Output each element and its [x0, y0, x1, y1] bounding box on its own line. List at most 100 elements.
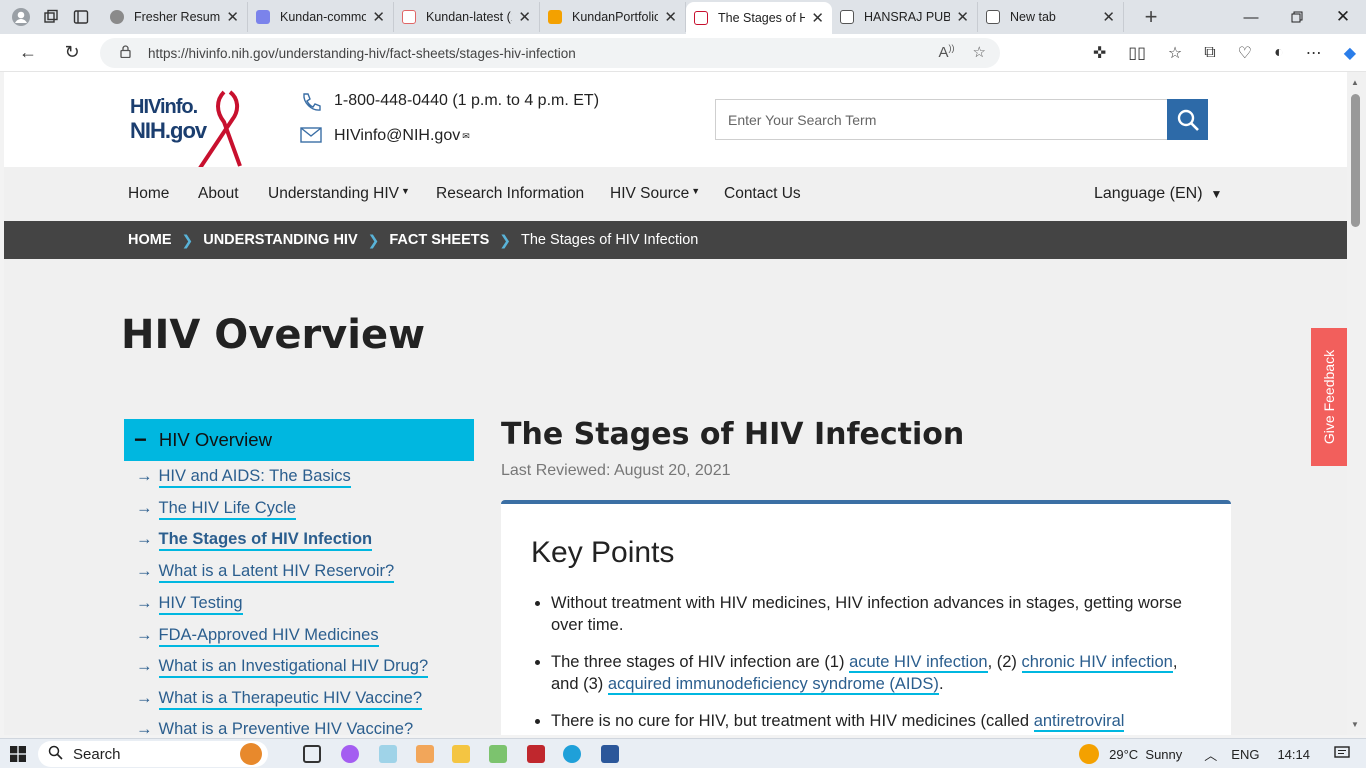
main-navigation: Home About Understanding HIV ▼ Research I…: [4, 167, 1347, 221]
sidebar-item-preventive-vaccine[interactable]: → What is a Preventive HIV Vaccine?: [136, 720, 414, 735]
breadcrumb-understanding-hiv[interactable]: UNDERSTANDING HIV: [203, 232, 357, 248]
nav-hiv-source[interactable]: HIV Source ▼: [610, 185, 700, 203]
chevron-right-icon: ❯: [181, 231, 194, 248]
language-selector[interactable]: Language (EN) ▼: [1094, 185, 1222, 203]
new-tab-plus-icon[interactable]: +: [1136, 2, 1166, 32]
tab-kundan-commo[interactable]: Kundan-commo ✕: [248, 2, 394, 32]
sidebar-item-therapeutic-vaccine[interactable]: → What is a Therapeutic HIV Vaccine?: [136, 689, 423, 710]
sidebar-heading-label: HIV Overview: [158, 429, 272, 450]
scrollbar-thumb[interactable]: [1351, 94, 1360, 227]
breadcrumb-fact-sheets[interactable]: FACT SHEETS: [389, 232, 489, 248]
favorite-star-icon[interactable]: ☆: [973, 43, 986, 61]
nav-contact-us[interactable]: Contact Us: [724, 185, 801, 203]
copilot-icon[interactable]: ◆: [1344, 43, 1356, 63]
give-feedback-button[interactable]: Give Feedback: [1311, 328, 1347, 466]
chronic-hiv-link[interactable]: chronic HIV infection: [1021, 653, 1173, 673]
browser-essentials-icon[interactable]: ♡: [1238, 43, 1252, 63]
sidebar-item-investigational-drug[interactable]: → What is an Investigational HIV Drug?: [136, 657, 429, 678]
windows-start-icon[interactable]: [10, 746, 26, 767]
split-screen-icon[interactable]: ▯▯: [1128, 43, 1146, 63]
word-icon[interactable]: [601, 745, 619, 763]
tab-fresher-resume[interactable]: Fresher Resume ✕: [102, 2, 248, 32]
tab-stages-hiv[interactable]: The Stages of H ✕: [686, 2, 832, 34]
tab-kundan-portfolio[interactable]: KundanPortfolio ✕: [540, 2, 686, 32]
nav-research-information[interactable]: Research Information: [436, 185, 584, 203]
sidebar-item-latent-reservoir[interactable]: → What is a Latent HIV Reservoir?: [136, 562, 395, 583]
search-icon: [48, 745, 63, 764]
tab-hansraj[interactable]: HANSRAJ PUBL ✕: [832, 2, 978, 32]
email-address: HIVinfo@NIH.gov: [334, 127, 461, 144]
arrow-right-icon: →: [136, 594, 153, 612]
sidebar-item-stages[interactable]: → The Stages of HIV Infection: [136, 530, 373, 551]
nav-home[interactable]: Home: [128, 185, 169, 203]
extensions-icon[interactable]: ✜: [1093, 43, 1106, 63]
chevron-up-icon[interactable]: ︿: [1204, 745, 1217, 764]
sun-weather-icon: [1079, 744, 1100, 764]
refresh-icon[interactable]: ↻: [52, 37, 92, 69]
close-tab-icon[interactable]: ✕: [518, 8, 531, 26]
profile-icon[interactable]: [6, 2, 36, 32]
acute-hiv-link[interactable]: acute HIV infection: [849, 653, 988, 673]
tab-new-tab[interactable]: New tab ✕: [978, 2, 1124, 32]
system-tray: 29°C Sunny ︿ ENG 14:14: [1079, 739, 1366, 768]
taskbar-search[interactable]: Search: [38, 741, 268, 767]
breadcrumb-home[interactable]: HOME: [128, 232, 172, 248]
edge-browser-icon[interactable]: [563, 745, 581, 763]
close-tab-icon[interactable]: ✕: [664, 8, 677, 26]
search-highlight-icon: [240, 743, 262, 765]
sidebar-item-testing[interactable]: → HIV Testing: [136, 594, 243, 615]
filezilla-icon[interactable]: [527, 745, 545, 763]
weather-text[interactable]: 29°C Sunny: [1109, 747, 1182, 762]
back-icon[interactable]: ←: [8, 37, 48, 69]
task-view-icon[interactable]: [303, 745, 321, 763]
site-search-input[interactable]: Enter Your Search Term: [715, 99, 1168, 140]
favorites-icon[interactable]: ☆: [1168, 43, 1182, 63]
nav-understanding-hiv[interactable]: Understanding HIV ▼: [268, 185, 410, 203]
clock[interactable]: 14:14: [1277, 747, 1310, 762]
browser-tools: ✜ ▯▯ ☆ ⧉ ♡ ◐ ⋯ ◆: [1093, 34, 1356, 72]
sidebar-item-life-cycle[interactable]: → The HIV Life Cycle: [136, 499, 297, 520]
sidebar-heading[interactable]: − HIV Overview: [124, 419, 474, 461]
lock-icon: [120, 45, 131, 61]
scroll-up-icon[interactable]: ▲: [1351, 78, 1359, 87]
arrow-right-icon: →: [136, 689, 153, 707]
search-button[interactable]: [1167, 99, 1208, 140]
sidebar-link: The HIV Life Cycle: [158, 499, 297, 520]
sidebar-link: HIV and AIDS: The Basics: [158, 467, 351, 488]
tab-title: The Stages of H: [718, 11, 806, 25]
aids-link[interactable]: acquired immunodeficiency syndrome (AIDS…: [607, 675, 939, 695]
sidebar-item-basics[interactable]: → HIV and AIDS: The Basics: [136, 467, 351, 488]
minimize-icon[interactable]: —: [1228, 0, 1274, 34]
close-tab-icon[interactable]: ✕: [811, 9, 824, 27]
notepad-plus-icon[interactable]: [489, 745, 507, 763]
close-tab-icon[interactable]: ✕: [372, 8, 385, 26]
notepad-icon[interactable]: [379, 745, 397, 763]
package-app-icon[interactable]: [416, 745, 434, 763]
nav-about[interactable]: About: [198, 185, 239, 203]
scroll-down-icon[interactable]: ▼: [1351, 720, 1359, 729]
email-contact[interactable]: HIVinfo@NIH.gov ✉: [300, 127, 470, 145]
language-indicator[interactable]: ENG: [1231, 747, 1259, 762]
settings-more-icon[interactable]: ⋯: [1306, 43, 1322, 63]
antiretroviral-link[interactable]: antiretroviral: [1033, 712, 1125, 732]
hivinfo-logo[interactable]: HIVinfo. NIH.gov: [128, 90, 248, 170]
read-aloud-icon[interactable]: A)): [939, 43, 955, 61]
close-tab-icon[interactable]: ✕: [956, 8, 969, 26]
search-placeholder: Enter Your Search Term: [728, 111, 877, 128]
file-explorer-icon[interactable]: [452, 745, 470, 763]
page-scrollbar[interactable]: ▲ ▼: [1347, 72, 1366, 735]
tab-kundan-latest[interactable]: Kundan-latest (1 ✕: [394, 2, 540, 32]
url-field[interactable]: https://hivinfo.nih.gov/understanding-hi…: [100, 38, 1000, 68]
restore-icon[interactable]: [1274, 0, 1320, 34]
copilot-app-icon[interactable]: [341, 745, 359, 763]
notifications-icon[interactable]: [1334, 745, 1350, 763]
tab-actions-icon[interactable]: [66, 2, 96, 32]
close-tab-icon[interactable]: ✕: [1102, 8, 1115, 26]
close-tab-icon[interactable]: ✕: [226, 8, 239, 26]
sidebar-item-fda-medicines[interactable]: → FDA-Approved HIV Medicines: [136, 626, 379, 647]
workspaces-icon[interactable]: [36, 2, 66, 32]
collections-icon[interactable]: ⧉: [1204, 44, 1215, 62]
close-window-icon[interactable]: ✕: [1320, 0, 1366, 34]
phone-contact[interactable]: 1-800-448-0440 (1 p.m. to 4 p.m. ET): [300, 92, 599, 111]
edge-bar-icon[interactable]: ◐: [1274, 44, 1284, 62]
